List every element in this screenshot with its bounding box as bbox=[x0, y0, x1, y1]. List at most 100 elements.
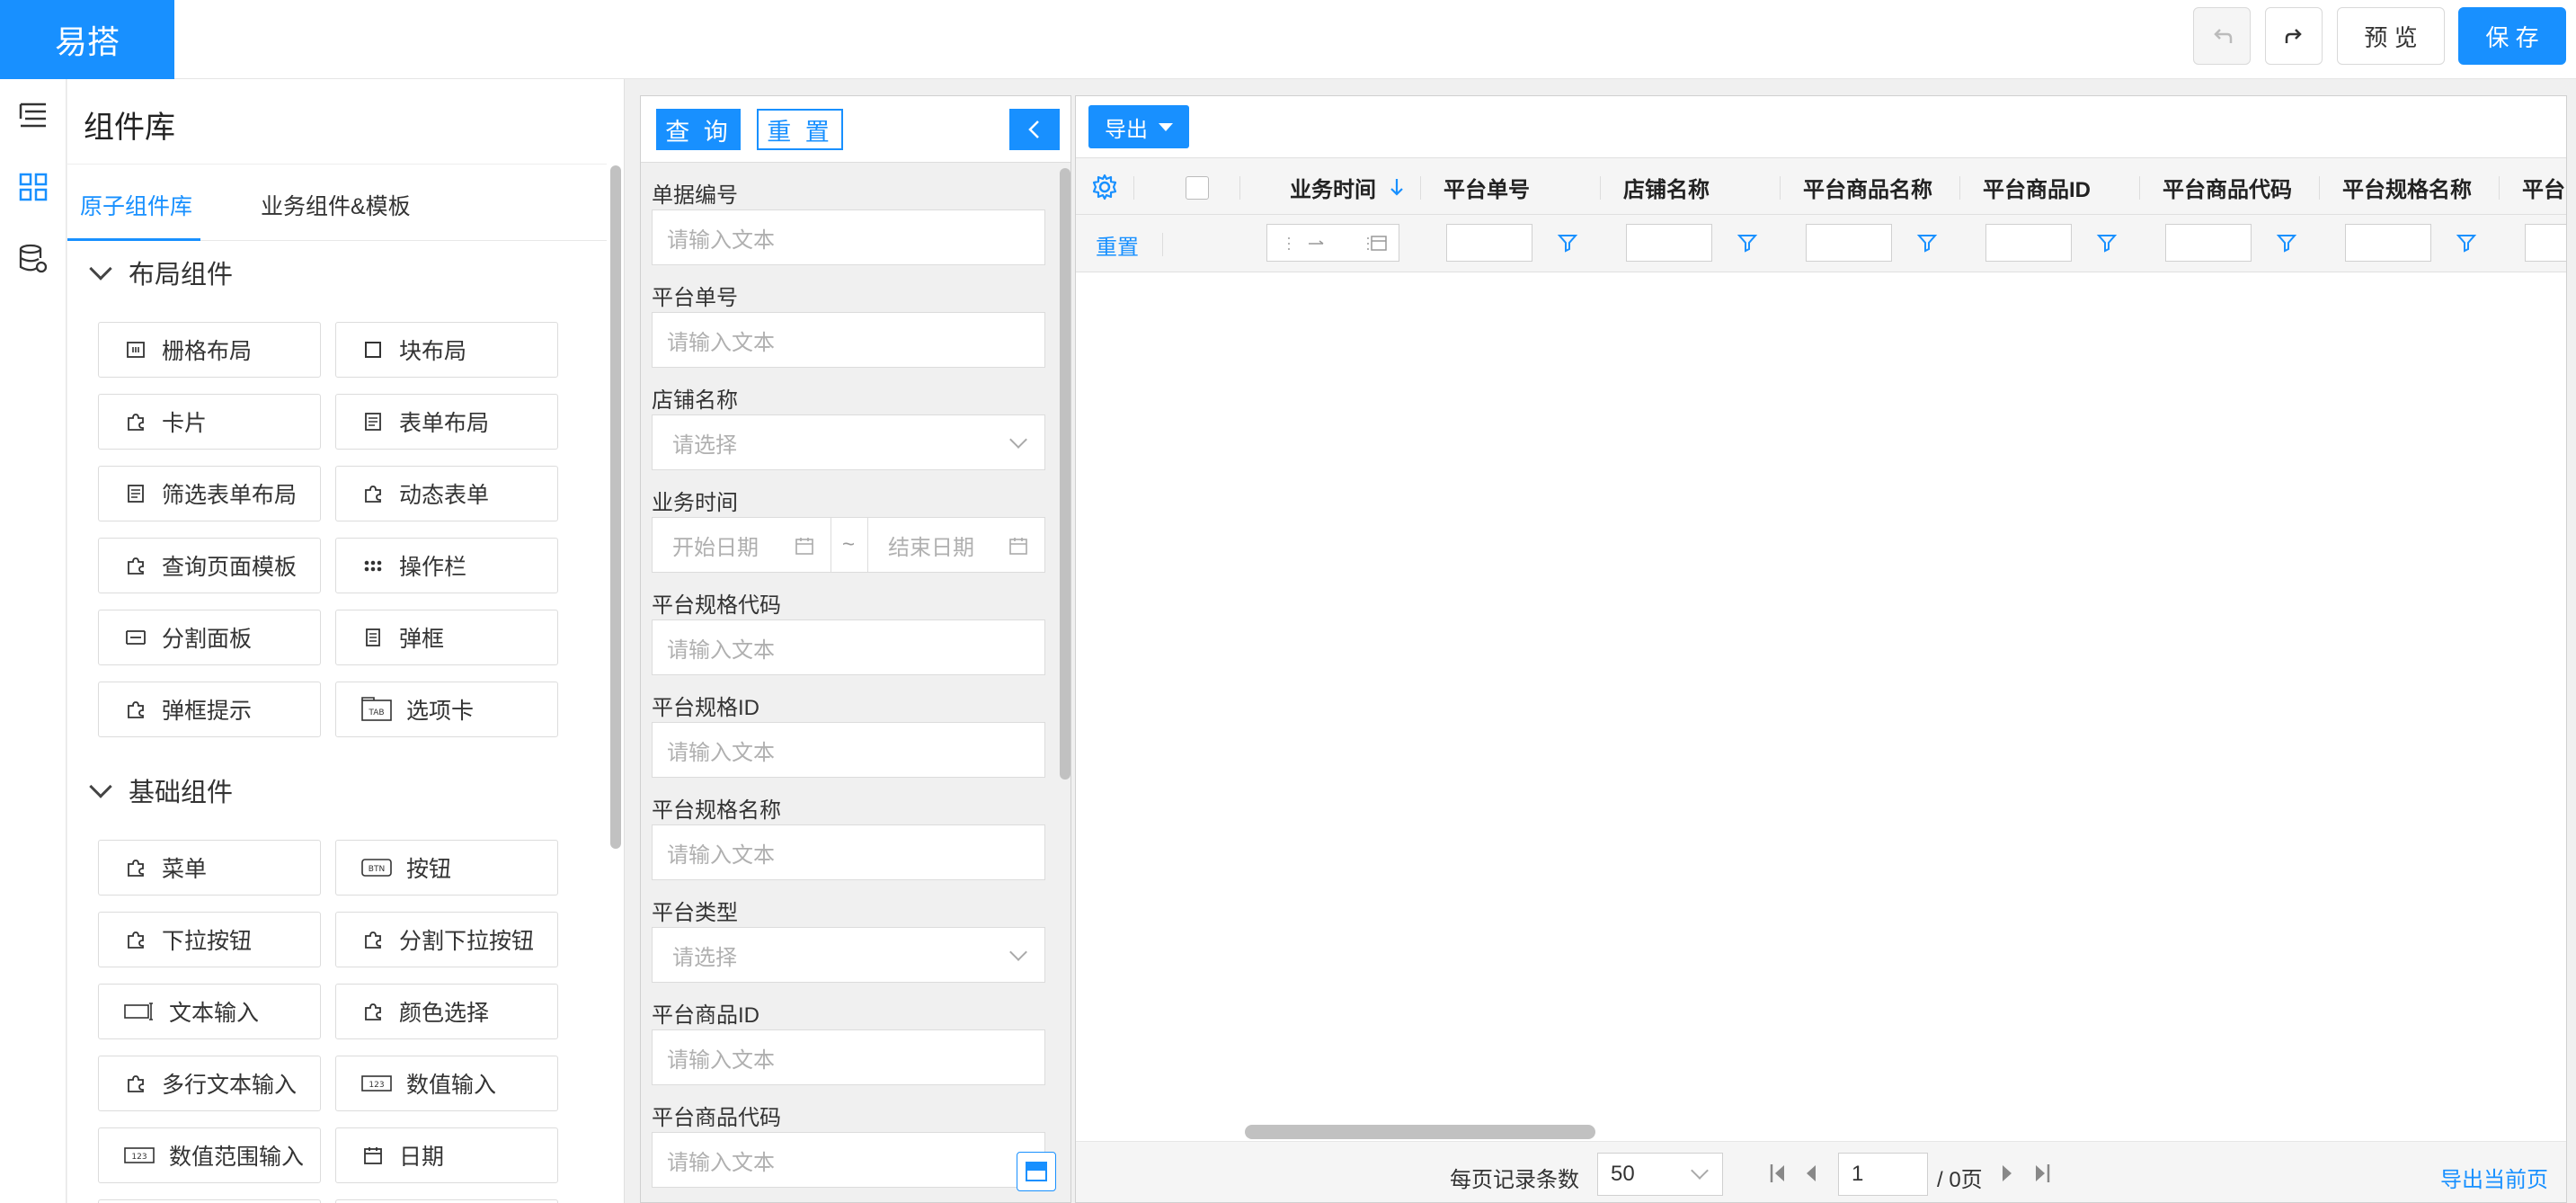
tab-business-components[interactable]: 业务组件&模板 bbox=[261, 189, 411, 221]
tab-atomic-components[interactable]: 原子组件库 bbox=[80, 189, 192, 221]
component-label: 多行文本输入 bbox=[162, 1073, 298, 1098]
component-card[interactable]: 卡片 bbox=[98, 394, 321, 450]
spec-name-filter-input[interactable] bbox=[2345, 224, 2431, 262]
business-time-filter[interactable] bbox=[1266, 224, 1399, 262]
store-name-filter-input[interactable] bbox=[1626, 224, 1712, 262]
component-textarea[interactable]: 多行文本输入 bbox=[98, 1056, 321, 1111]
database-settings-icon[interactable] bbox=[15, 241, 51, 277]
component-form-layout[interactable]: 表单布局 bbox=[335, 394, 558, 450]
gear-icon[interactable] bbox=[1090, 173, 1119, 201]
export-label: 导出 bbox=[1105, 117, 1148, 142]
redo-button[interactable] bbox=[2265, 7, 2323, 65]
caret-down-icon bbox=[1159, 122, 1173, 131]
component-tabs[interactable]: TAB 选项卡 bbox=[335, 682, 558, 737]
platform-spec-code-input[interactable]: 请输入文本 bbox=[652, 619, 1045, 675]
preview-button[interactable]: 预 览 bbox=[2337, 7, 2445, 65]
search-button[interactable]: 查 询 bbox=[656, 109, 741, 150]
column-header-spec-name[interactable]: 平台规格名称 bbox=[2319, 158, 2499, 216]
next-page-icon[interactable] bbox=[2000, 1163, 2016, 1184]
store-name-select[interactable]: 请选择 bbox=[652, 414, 1045, 470]
calendar-icon bbox=[361, 1144, 385, 1167]
platform-spec-name-input[interactable]: 请输入文本 bbox=[652, 824, 1045, 880]
component-label: 日期 bbox=[399, 1145, 445, 1170]
component-split-dropdown-button[interactable]: 分割下拉按钮 bbox=[335, 912, 558, 967]
last-page-icon[interactable] bbox=[2032, 1163, 2052, 1184]
filter-icon[interactable] bbox=[1736, 231, 1759, 254]
components-grid-icon[interactable] bbox=[15, 169, 51, 205]
undo-button[interactable] bbox=[2193, 7, 2251, 65]
grid-horizontal-scrollbar[interactable] bbox=[1245, 1125, 1595, 1139]
library-scrollbar[interactable] bbox=[610, 165, 621, 849]
component-next[interactable] bbox=[335, 1199, 558, 1203]
page-size-select[interactable]: 50 bbox=[1597, 1153, 1723, 1196]
component-number-input[interactable]: 123 数值输入 bbox=[335, 1056, 558, 1111]
component-grid-layout[interactable]: 栅格布局 bbox=[98, 322, 321, 378]
reset-button[interactable]: 重 置 bbox=[757, 109, 843, 150]
column-header-platform-order[interactable]: 平台单号 bbox=[1420, 158, 1600, 216]
split-panel-icon bbox=[124, 626, 147, 649]
column-header-business-time[interactable]: 业务时间 bbox=[1266, 158, 1437, 216]
product-code-filter-input[interactable] bbox=[2165, 224, 2252, 262]
layout-toggle-button[interactable] bbox=[1017, 1152, 1056, 1191]
filter-reset-link[interactable]: 重置 bbox=[1096, 229, 1139, 261]
save-button[interactable]: 保 存 bbox=[2458, 7, 2566, 65]
section-basic-components[interactable]: 基础组件 bbox=[87, 771, 233, 809]
component-text-input[interactable]: 文本输入 bbox=[98, 984, 321, 1039]
section-layout-components[interactable]: 布局组件 bbox=[87, 254, 233, 291]
select-all-checkbox[interactable] bbox=[1186, 176, 1209, 200]
column-header-product-name[interactable]: 平台商品名称 bbox=[1780, 158, 1959, 216]
block-layout-icon bbox=[361, 338, 385, 361]
platform-filter-input[interactable] bbox=[2525, 224, 2566, 262]
column-header-product-id[interactable]: 平台商品ID bbox=[1959, 158, 2139, 216]
component-color-picker[interactable]: 颜色选择 bbox=[335, 984, 558, 1039]
svg-text:TAB: TAB bbox=[368, 708, 384, 717]
first-page-icon[interactable] bbox=[1768, 1163, 1788, 1184]
component-dynamic-form[interactable]: 动态表单 bbox=[335, 466, 558, 521]
component-dialog-tip[interactable]: 弹框提示 bbox=[98, 682, 321, 737]
component-date[interactable]: 日期 bbox=[335, 1127, 558, 1183]
export-current-page-link[interactable]: 导出当前页 bbox=[2440, 1162, 2548, 1193]
filter-icon[interactable] bbox=[2275, 231, 2298, 254]
filter-icon[interactable] bbox=[1556, 231, 1579, 254]
filter-icon[interactable] bbox=[2455, 231, 2478, 254]
component-dialog[interactable]: 弹框 bbox=[335, 610, 558, 665]
filter-icon[interactable] bbox=[1915, 231, 1939, 254]
platform-order-filter-input[interactable] bbox=[1446, 224, 1532, 262]
component-label: 查询页面模板 bbox=[162, 555, 298, 580]
platform-spec-id-input[interactable]: 请输入文本 bbox=[652, 722, 1045, 778]
end-date-input[interactable]: 结束日期 bbox=[867, 517, 1045, 573]
column-header-platform[interactable]: 平台 bbox=[2499, 158, 2566, 216]
platform-type-select[interactable]: 请选择 bbox=[652, 927, 1045, 983]
filter-icon[interactable] bbox=[2095, 231, 2119, 254]
platform-product-id-input[interactable]: 请输入文本 bbox=[652, 1029, 1045, 1085]
outline-tree-icon[interactable] bbox=[15, 97, 51, 133]
component-button[interactable]: BTN 按钮 bbox=[335, 840, 558, 896]
column-header-store-name[interactable]: 店铺名称 bbox=[1600, 158, 1780, 216]
component-number-range-input[interactable]: 123 数值范围输入 bbox=[98, 1127, 321, 1183]
page-number-input[interactable]: 1 bbox=[1838, 1153, 1928, 1196]
platform-product-code-input[interactable]: 请输入文本 bbox=[652, 1132, 1045, 1188]
start-date-input[interactable]: 开始日期 bbox=[652, 517, 831, 573]
collapse-panel-button[interactable] bbox=[1009, 109, 1060, 150]
component-label: 按钮 bbox=[406, 857, 452, 882]
export-dropdown-button[interactable]: 导出 bbox=[1088, 105, 1189, 148]
query-panel-header: 查 询 重 置 bbox=[641, 96, 1070, 163]
platform-order-input[interactable]: 请输入文本 bbox=[652, 312, 1045, 368]
component-block-layout[interactable]: 块布局 bbox=[335, 322, 558, 378]
sort-arrow-icon[interactable] bbox=[1389, 176, 1405, 198]
prev-page-icon[interactable] bbox=[1802, 1163, 1818, 1184]
component-next[interactable] bbox=[98, 1199, 321, 1203]
component-split-panel[interactable]: 分割面板 bbox=[98, 610, 321, 665]
query-panel-scrollbar[interactable] bbox=[1060, 168, 1070, 780]
svg-text:123: 123 bbox=[131, 1153, 147, 1162]
product-name-filter-input[interactable] bbox=[1806, 224, 1892, 262]
component-action-bar[interactable]: 操作栏 bbox=[335, 538, 558, 593]
column-header-product-code[interactable]: 平台商品代码 bbox=[2139, 158, 2319, 216]
doc-number-input[interactable]: 请输入文本 bbox=[652, 209, 1045, 265]
component-dropdown-button[interactable]: 下拉按钮 bbox=[98, 912, 321, 967]
component-query-page-template[interactable]: 查询页面模板 bbox=[98, 538, 321, 593]
component-menu[interactable]: 菜单 bbox=[98, 840, 321, 896]
component-filter-form-layout[interactable]: 筛选表单布局 bbox=[98, 466, 321, 521]
chevron-down-icon bbox=[1009, 943, 1027, 961]
product-id-filter-input[interactable] bbox=[1985, 224, 2072, 262]
